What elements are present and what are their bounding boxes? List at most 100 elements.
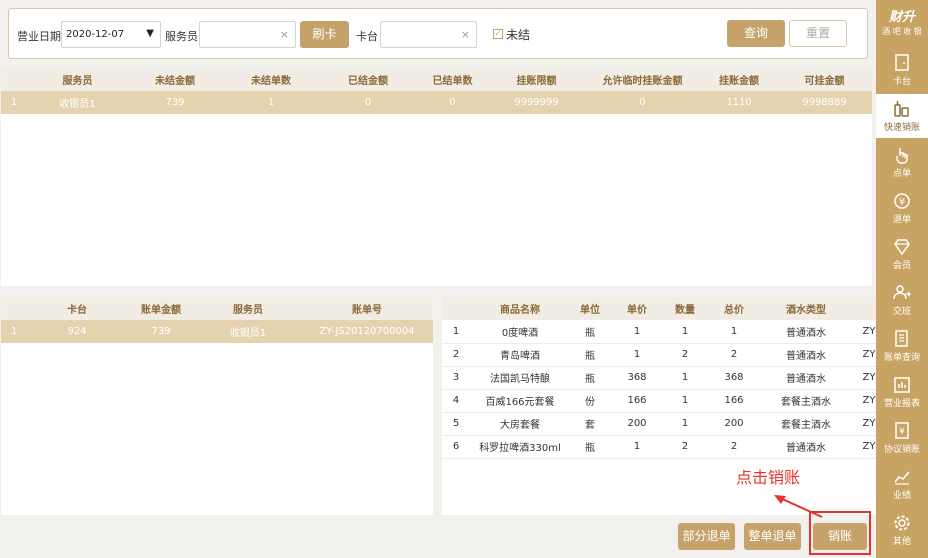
table-cell: 1 <box>222 91 320 114</box>
bills-header-row: 卡台 账单金额 服务员 账单号 <box>1 297 433 320</box>
annotation-text: 点击销账 <box>736 468 801 487</box>
table-cell: 739 <box>127 320 195 343</box>
table-cell: 瓶 <box>570 320 610 344</box>
table-cell: 9998889 <box>777 91 872 114</box>
sidebar-item-2[interactable]: 点单 <box>876 140 928 184</box>
table-cell: 瓶 <box>570 343 610 367</box>
table-cell: 份 <box>570 389 610 413</box>
table-cell: 套餐主酒水 <box>762 389 850 413</box>
sidebar-item-10[interactable]: 其他 <box>876 508 928 552</box>
filter-bar: 营业日期 2020-12-07 ▼ 服务员 × 刷卡 卡台 × ✓ 未结 查询 … <box>8 8 868 59</box>
sidebar-item-5[interactable]: 交班 <box>876 278 928 322</box>
table-cell: 9999999 <box>489 91 584 114</box>
sidebar-item-8[interactable]: ¥ 协议销账 <box>876 416 928 460</box>
column-header: 服务员 <box>195 297 301 320</box>
table-cell: 1 <box>664 366 706 390</box>
date-select[interactable]: 2020-12-07 ▼ <box>61 21 161 48</box>
table-cell: 200 <box>706 412 762 436</box>
table-row[interactable]: 1 924 739 收银员1 ZY-JS20120700004 <box>1 320 433 343</box>
query-button[interactable]: 查询 <box>727 20 785 47</box>
diamond-icon <box>894 239 910 256</box>
table-cell: 1 <box>610 435 664 459</box>
unsettled-label: 未结 <box>506 28 531 42</box>
sidebar-item-6[interactable]: 账单查询 <box>876 324 928 368</box>
column-header: 服务员 <box>27 68 128 91</box>
partial-refund-button[interactable]: 部分退单 <box>678 523 735 550</box>
table-cell: 368 <box>610 366 664 390</box>
column-header: 账单号 <box>301 297 433 320</box>
table-cell: 1 <box>664 320 706 344</box>
summary-header-row: 服务员 未结金额 未结单数 已结金额 已结单数 挂账限额 允许临时挂账金额 挂账金额 可挂金额 <box>1 68 872 91</box>
annotation-highlight-box <box>809 511 871 555</box>
table-cell: 套 <box>570 412 610 436</box>
table-row[interactable]: 3 法国凯马特酿瓶 368 1 368 普通酒水 ZY <box>442 366 876 390</box>
column-header: 数量 <box>664 297 706 320</box>
sidebar-item-7[interactable]: 营业报表 <box>876 370 928 414</box>
table-cell: 1 <box>610 320 664 344</box>
table-cell: 2 <box>706 435 762 459</box>
table-cell: 普通酒水 <box>762 435 850 459</box>
table-cell: 青岛啤酒 <box>470 343 570 367</box>
items-table: 商品名称 单位 单价 数量 总价 酒水类型 1 0度啤酒瓶 1 1 1 普通酒水 ZY 2 青岛啤酒瓶 1 2… <box>442 297 876 459</box>
table-cell: 5 <box>442 412 470 436</box>
table-cell: 200 <box>610 412 664 436</box>
table-cell: 1 <box>442 320 470 344</box>
table-row[interactable]: 1 收银员1 739 1 0 0 9999999 0 1110 9998889 <box>1 91 872 114</box>
sidebar-item-3[interactable]: ¥ 退单 <box>876 186 928 230</box>
swipe-card-button[interactable]: 刷卡 <box>300 21 349 48</box>
sidebar-item-1[interactable]: 快速销账 <box>876 94 928 138</box>
card-table-input[interactable]: × <box>380 21 477 48</box>
reset-button[interactable]: 重置 <box>789 20 847 47</box>
waiter-label: 服务员 <box>165 30 198 43</box>
column-header: 单位 <box>570 297 610 320</box>
clear-icon[interactable]: × <box>461 28 470 41</box>
column-header: 已结单数 <box>416 68 489 91</box>
sidebar: 财升 酒 吧 收 银 卡台 快速销账 点单 ¥ 退单 会员 交班 账单查询 营业报表 ¥ 协议销账业… <box>876 0 928 558</box>
table-cell: 6 <box>442 435 470 459</box>
column-header: 单价 <box>610 297 664 320</box>
table-cell: ZY <box>850 435 876 459</box>
table-cell: 1 <box>664 412 706 436</box>
clear-icon[interactable]: × <box>280 28 289 41</box>
table-row[interactable]: 2 青岛啤酒瓶 1 2 2 普通酒水 ZY <box>442 343 876 367</box>
summary-table: 服务员 未结金额 未结单数 已结金额 已结单数 挂账限额 允许临时挂账金额 挂账金额 可挂金额 … <box>1 68 872 114</box>
sidebar-item-label: 交班 <box>892 307 911 317</box>
sidebar-item-4[interactable]: 会员 <box>876 232 928 276</box>
date-label: 营业日期 <box>17 30 61 43</box>
table-cell: 瓶 <box>570 435 610 459</box>
report-icon <box>894 377 910 393</box>
card-table-label: 卡台 <box>356 30 378 43</box>
table-cell: ZY <box>850 389 876 413</box>
sidebar-item-label: 快速销账 <box>883 123 920 133</box>
bottles-icon <box>894 101 909 117</box>
full-refund-button[interactable]: 整单退单 <box>744 523 801 550</box>
column-header: 未结金额 <box>128 68 222 91</box>
bills-table: 卡台 账单金额 服务员 账单号 1 924 739 收银员1 ZY-JS20120700004 <box>1 297 433 343</box>
column-header: 允许临时挂账金额 <box>584 68 701 91</box>
column-header: 总价 <box>706 297 762 320</box>
table-cell: 0 <box>320 91 416 114</box>
table-row[interactable]: 5 大房套餐套 200 1 200 套餐主酒水 ZY <box>442 412 876 436</box>
bill-search-icon <box>895 330 908 347</box>
sidebar-item-label: 退单 <box>892 215 911 225</box>
table-cell: 0度啤酒 <box>470 320 570 344</box>
dropdown-arrow-icon: ▼ <box>146 28 154 39</box>
table-cell: 普通酒水 <box>762 343 850 367</box>
column-header: 卡台 <box>27 297 127 320</box>
sidebar-item-0[interactable]: 卡台 <box>876 48 928 92</box>
waiter-input[interactable]: × <box>199 21 296 48</box>
table-cell: 1 <box>706 320 762 344</box>
svg-text:¥: ¥ <box>899 197 905 208</box>
shift-users-icon <box>893 285 911 300</box>
table-row[interactable]: 4 百威166元套餐份 166 1 166 套餐主酒水 ZY <box>442 389 876 413</box>
table-row[interactable]: 1 0度啤酒瓶 1 1 1 普通酒水 ZY <box>442 320 876 344</box>
sidebar-item-9[interactable]: 业绩 <box>876 462 928 506</box>
table-row[interactable]: 6 科罗拉啤酒330ml 瓶 1 2 2 普通酒水 ZY <box>442 435 876 459</box>
sidebar-item-label: 其他 <box>892 537 911 547</box>
table-cell: ZY <box>850 412 876 436</box>
table-cell: 1 <box>664 389 706 413</box>
table-cell: 1 <box>610 343 664 367</box>
table-cell: ZY <box>850 366 876 390</box>
unsettled-checkbox[interactable]: ✓ <box>493 29 503 39</box>
yen-refund-icon: ¥ <box>894 193 910 209</box>
